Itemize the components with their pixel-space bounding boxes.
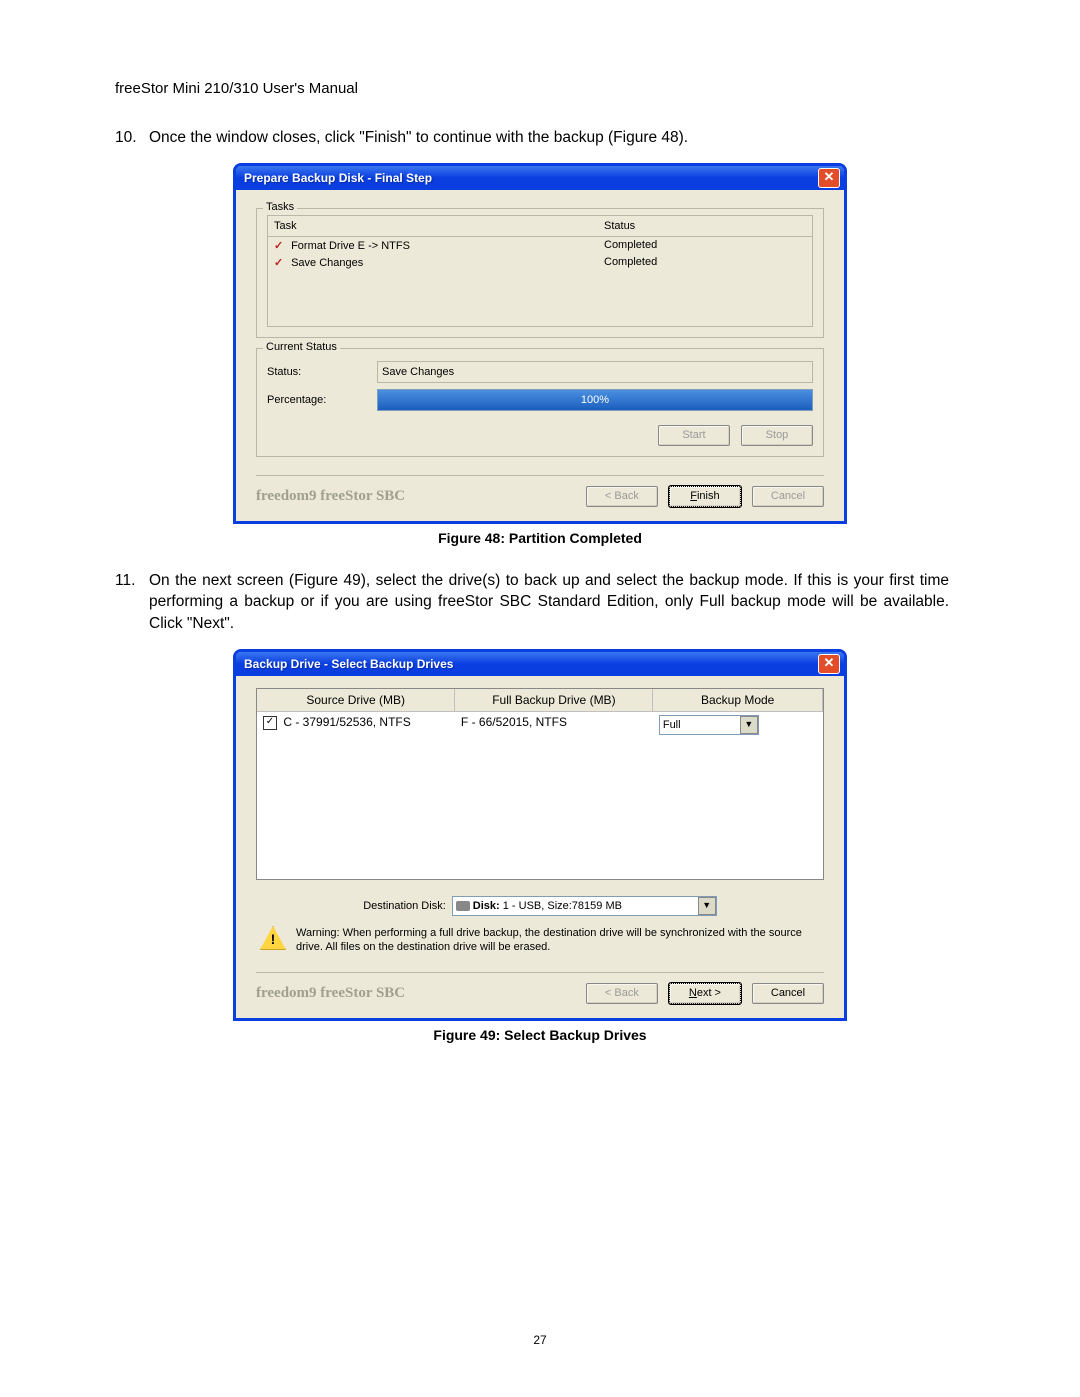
current-status-fieldset: Current Status Status: Save Changes Perc… — [256, 348, 824, 457]
figure-48-wrap: Prepare Backup Disk - Final Step ✕ Tasks… — [115, 163, 965, 524]
step-10-num: 10. — [115, 127, 149, 149]
col-source: Source Drive (MB) — [257, 689, 455, 712]
figure-49-caption: Figure 49: Select Backup Drives — [115, 1027, 965, 1043]
col-status: Status — [604, 220, 812, 232]
task-1-status: Completed — [604, 256, 812, 269]
disk-icon — [456, 901, 470, 911]
step-11-num: 11. — [115, 570, 149, 592]
drive-table: Source Drive (MB) Full Backup Drive (MB)… — [256, 688, 824, 880]
check-icon: ✓ — [274, 256, 288, 269]
check-icon: ✓ — [274, 239, 288, 252]
warning-row: ! Warning: When performing a full drive … — [260, 926, 820, 955]
backup-mode-select[interactable]: Full ▼ — [659, 715, 759, 735]
warning-text: Warning: When performing a full drive ba… — [296, 926, 820, 955]
dialog-footer: freedom9 freeStor SBC < Back Finish Canc… — [256, 475, 824, 507]
wizard-buttons: < Back Next > Cancel — [578, 983, 824, 1004]
tasks-legend: Tasks — [263, 201, 297, 213]
back-button[interactable]: < Back — [586, 486, 658, 507]
titlebar: Backup Drive - Select Backup Drives ✕ — [236, 652, 844, 676]
dialog-body: Tasks Task Status ✓ Format Drive E -> NT… — [236, 190, 844, 521]
destination-select[interactable]: Disk: 1 - USB, Size:78159 MB ▼ — [452, 896, 717, 916]
chevron-down-icon: ▼ — [740, 716, 758, 734]
progress-fill: 100% — [378, 390, 812, 410]
dialog-select-backup-drives: Backup Drive - Select Backup Drives ✕ So… — [233, 649, 847, 1022]
manual-page: freeStor Mini 210/310 User's Manual 10.O… — [0, 0, 1080, 1397]
status-row: Status: Save Changes — [267, 361, 813, 383]
chevron-down-icon: ▼ — [698, 897, 716, 915]
dialog-prepare-backup: Prepare Backup Disk - Final Step ✕ Tasks… — [233, 163, 847, 524]
stop-button[interactable]: Stop — [741, 425, 813, 446]
drive-checkbox[interactable]: ✓ — [263, 716, 277, 730]
destination-row: Destination Disk: Disk: 1 - USB, Size:78… — [256, 896, 824, 916]
current-status-legend: Current Status — [263, 341, 340, 353]
warning-icon: ! — [260, 926, 286, 950]
start-button[interactable]: Start — [658, 425, 730, 446]
step-10: 10.Once the window closes, click "Finish… — [115, 127, 965, 149]
task-row-1: ✓ Save Changes Completed — [268, 254, 812, 271]
task-1-name: Save Changes — [291, 257, 363, 269]
close-icon[interactable]: ✕ — [818, 168, 840, 188]
cancel-button[interactable]: Cancel — [752, 983, 824, 1004]
brand-label: freedom9 freeStor SBC — [256, 488, 405, 505]
wizard-buttons: < Back Finish Cancel — [578, 486, 824, 507]
tasks-box: Task Status ✓ Format Drive E -> NTFS Com… — [267, 215, 813, 327]
back-button[interactable]: < Back — [586, 983, 658, 1004]
step-10-text: Once the window closes, click "Finish" t… — [149, 127, 688, 149]
progress-bar: 100% — [377, 389, 813, 411]
dialog-body: Source Drive (MB) Full Backup Drive (MB)… — [236, 676, 844, 1019]
col-full: Full Backup Drive (MB) — [455, 689, 653, 712]
source-drive: C - 37991/52536, NTFS — [283, 715, 410, 729]
task-0-status: Completed — [604, 239, 812, 252]
window-title: Backup Drive - Select Backup Drives — [244, 657, 453, 671]
close-icon[interactable]: ✕ — [818, 654, 840, 674]
brand-label: freedom9 freeStor SBC — [256, 985, 405, 1002]
percentage-label: Percentage: — [267, 394, 377, 406]
backup-mode-value: Full — [663, 719, 738, 731]
col-task: Task — [268, 220, 604, 232]
start-stop-row: Start Stop — [267, 425, 813, 446]
figure-49-wrap: Backup Drive - Select Backup Drives ✕ So… — [115, 649, 965, 1022]
dialog-footer: freedom9 freeStor SBC < Back Next > Canc… — [256, 972, 824, 1004]
tasks-header-row: Task Status — [268, 216, 812, 237]
step-11-text: On the next screen (Figure 49), select t… — [149, 570, 949, 635]
full-backup-drive: F - 66/52015, NTFS — [455, 711, 653, 738]
status-label: Status: — [267, 366, 377, 378]
figure-48-caption: Figure 48: Partition Completed — [115, 530, 965, 546]
destination-label: Destination Disk: — [363, 900, 446, 912]
percentage-row: Percentage: 100% — [267, 389, 813, 411]
step-11: 11.On the next screen (Figure 49), selec… — [115, 570, 965, 635]
finish-button[interactable]: Finish — [669, 486, 741, 507]
manual-header: freeStor Mini 210/310 User's Manual — [115, 80, 965, 97]
window-title: Prepare Backup Disk - Final Step — [244, 171, 432, 185]
next-button[interactable]: Next > — [669, 983, 741, 1004]
task-row-0: ✓ Format Drive E -> NTFS Completed — [268, 237, 812, 254]
titlebar: Prepare Backup Disk - Final Step ✕ — [236, 166, 844, 190]
status-value: Save Changes — [377, 361, 813, 383]
task-0-name: Format Drive E -> NTFS — [291, 240, 410, 252]
cancel-button[interactable]: Cancel — [752, 486, 824, 507]
page-number: 27 — [0, 1333, 1080, 1347]
drive-row-0: ✓ C - 37991/52536, NTFS F - 66/52015, NT… — [257, 711, 823, 738]
col-mode: Backup Mode — [653, 689, 823, 712]
tasks-fieldset: Tasks Task Status ✓ Format Drive E -> NT… — [256, 208, 824, 338]
